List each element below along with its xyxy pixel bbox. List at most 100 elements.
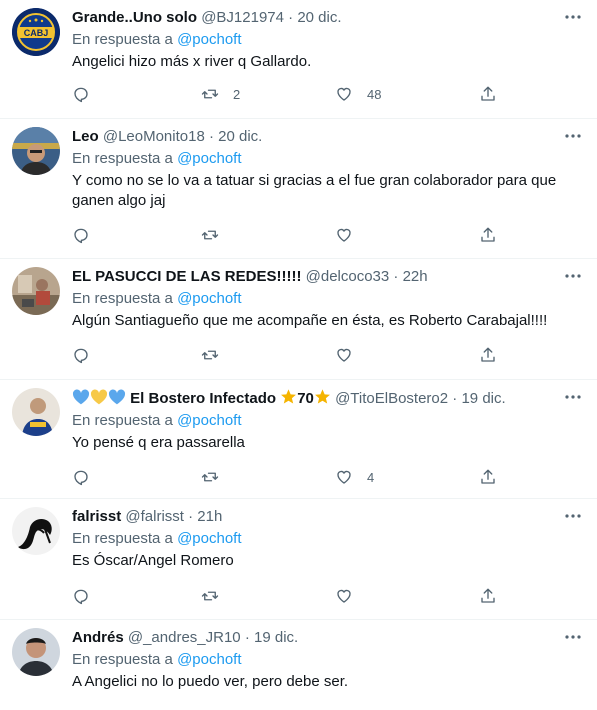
reply-button[interactable]: [72, 345, 90, 365]
user-handle[interactable]: @_andres_JR10: [128, 629, 241, 646]
tweet-header: Leo @LeoMonito18 · 20 dic.: [72, 127, 557, 147]
display-name[interactable]: El Bostero Infectado: [130, 390, 276, 407]
retweet-icon: [201, 591, 219, 601]
yellow-heart-icon: [90, 389, 108, 405]
display-name[interactable]: Leo: [72, 128, 99, 145]
share-button[interactable]: [479, 84, 497, 104]
reply-button[interactable]: [72, 225, 90, 245]
reply-prefix: En respuesta a: [72, 530, 173, 547]
more-icon[interactable]: [563, 632, 583, 642]
more-icon[interactable]: [563, 12, 583, 22]
share-button[interactable]: [479, 345, 497, 365]
reply-icon: [74, 87, 88, 103]
timestamp[interactable]: 21h: [197, 508, 222, 525]
avatar[interactable]: CABJ: [12, 8, 60, 56]
tweet-actions: 2 48: [72, 84, 597, 104]
user-handle[interactable]: @BJ121974: [201, 9, 284, 26]
like-count: 4: [367, 469, 375, 485]
user-handle[interactable]: @delcoco33: [306, 268, 390, 285]
tweet-actions: [72, 225, 597, 245]
tweet-card[interactable]: CABJ Grande..Uno solo @BJ121974 · 20 dic…: [0, 0, 597, 119]
like-icon: [337, 228, 351, 242]
mention-link[interactable]: @pochoft: [177, 651, 241, 668]
avatar[interactable]: [12, 507, 60, 555]
tweet-text: Y como no se lo va a tatuar si gracias a…: [72, 172, 557, 209]
display-name[interactable]: Andrés: [72, 629, 124, 646]
separator: ·: [452, 390, 458, 407]
retweet-button[interactable]: [201, 586, 233, 606]
reply-context: En respuesta a @pochoft: [72, 411, 557, 431]
like-count: 48: [367, 86, 382, 102]
user-handle[interactable]: @falrisst: [125, 508, 184, 525]
retweet-icon: [201, 350, 219, 360]
like-button[interactable]: [335, 345, 367, 365]
retweet-button[interactable]: 2: [201, 84, 240, 104]
blue-heart-icon: [72, 389, 90, 405]
like-button[interactable]: [335, 225, 367, 245]
reply-prefix: En respuesta a: [72, 31, 173, 48]
like-icon: [337, 87, 351, 101]
mention-link[interactable]: @pochoft: [177, 412, 241, 429]
separator: ·: [188, 508, 194, 525]
user-handle[interactable]: @TitoElBostero2: [335, 390, 448, 407]
reply-button[interactable]: [72, 586, 90, 606]
mention-link[interactable]: @pochoft: [177, 150, 241, 167]
user-handle[interactable]: @LeoMonito18: [103, 128, 205, 145]
like-button[interactable]: 4: [335, 467, 374, 487]
avatar[interactable]: [12, 628, 60, 676]
tweet-header: El Bostero Infectado 70 @TitoElBostero2 …: [72, 388, 557, 409]
retweet-button[interactable]: [201, 467, 233, 487]
retweet-button[interactable]: [201, 225, 233, 245]
timestamp[interactable]: 19 dic.: [254, 629, 298, 646]
tweet-text: Angelici hizo más x river q Gallardo.: [72, 53, 312, 70]
tweet-text: Yo pensé q era passarella: [72, 434, 245, 451]
tweet-card[interactable]: Andrés @_andres_JR10 · 19 dic. En respue…: [0, 620, 597, 710]
mention-link[interactable]: @pochoft: [177, 290, 241, 307]
tweet-card[interactable]: Leo @LeoMonito18 · 20 dic. En respuesta …: [0, 119, 597, 259]
timestamp[interactable]: 19 dic.: [461, 390, 505, 407]
more-icon[interactable]: [563, 131, 583, 141]
timestamp[interactable]: 20 dic.: [297, 9, 341, 26]
reply-button[interactable]: [72, 467, 90, 487]
tweet-text: A Angelici no lo puedo ver, pero debe se…: [72, 673, 349, 690]
retweet-button[interactable]: [201, 345, 233, 365]
share-button[interactable]: [479, 467, 497, 487]
tweet-card[interactable]: EL PASUCCI DE LAS REDES!!!!! @delcoco33 …: [0, 259, 597, 380]
reply-prefix: En respuesta a: [72, 412, 173, 429]
tweet-actions: [72, 345, 597, 365]
retweet-icon: [201, 230, 219, 240]
like-button[interactable]: 48: [335, 84, 381, 104]
display-name[interactable]: EL PASUCCI DE LAS REDES!!!!!: [72, 268, 301, 285]
reply-context: En respuesta a @pochoft: [72, 149, 557, 169]
mention-link[interactable]: @pochoft: [177, 530, 241, 547]
share-button[interactable]: [479, 586, 497, 606]
share-button[interactable]: [479, 225, 497, 245]
retweet-icon: [201, 472, 219, 482]
separator: ·: [208, 128, 214, 145]
more-icon[interactable]: [563, 271, 583, 281]
avatar[interactable]: [12, 388, 60, 436]
timestamp[interactable]: 22h: [403, 268, 428, 285]
more-icon[interactable]: [563, 511, 583, 521]
tweet-card[interactable]: falrisst @falrisst · 21h En respuesta a …: [0, 499, 597, 620]
reply-icon: [74, 470, 88, 486]
avatar-logo-text: CABJ: [24, 28, 49, 38]
avatar[interactable]: [12, 267, 60, 315]
tweet-text: Algún Santiagueño que me acompañe en ést…: [72, 312, 548, 329]
reply-button[interactable]: [72, 84, 90, 104]
reply-icon: [74, 589, 88, 605]
reply-context: En respuesta a @pochoft: [72, 289, 557, 309]
display-name[interactable]: falrisst: [72, 508, 121, 525]
reply-context: En respuesta a @pochoft: [72, 30, 557, 50]
like-icon: [337, 348, 351, 362]
display-name[interactable]: Grande..Uno solo: [72, 9, 197, 26]
more-icon[interactable]: [563, 392, 583, 402]
mention-link[interactable]: @pochoft: [177, 31, 241, 48]
avatar[interactable]: [12, 127, 60, 175]
timestamp[interactable]: 20 dic.: [218, 128, 262, 145]
like-button[interactable]: [335, 586, 367, 606]
reply-prefix: En respuesta a: [72, 290, 173, 307]
share-icon: [481, 347, 495, 362]
tweet-card[interactable]: El Bostero Infectado 70 @TitoElBostero2 …: [0, 380, 597, 499]
reply-context: En respuesta a @pochoft: [72, 529, 557, 549]
